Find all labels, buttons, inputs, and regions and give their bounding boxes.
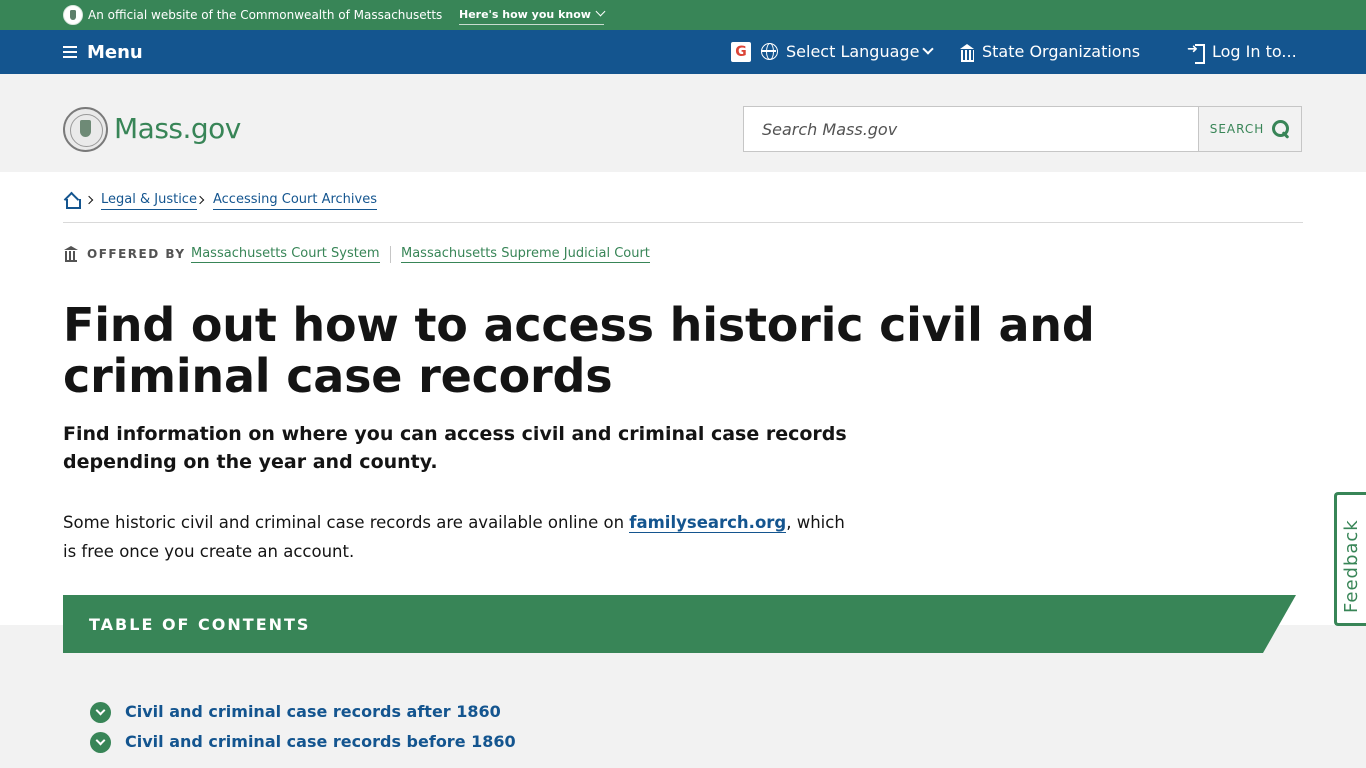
page-title: Find out how to access historic civil an… bbox=[63, 298, 1095, 403]
google-translate-icon: G bbox=[731, 42, 751, 62]
chevron-down-circle-icon bbox=[90, 731, 111, 753]
toc-header: TABLE OF CONTENTS bbox=[63, 595, 1296, 653]
login-icon bbox=[1187, 42, 1205, 64]
breadcrumb-link-legal-justice[interactable]: Legal & Justice bbox=[101, 191, 197, 210]
breadcrumb-link-court-archives[interactable]: Accessing Court Archives bbox=[213, 191, 377, 210]
offered-by-divider bbox=[390, 246, 391, 263]
menu-button[interactable]: Menu bbox=[63, 40, 143, 64]
page-intro: Some historic civil and criminal case re… bbox=[63, 508, 863, 566]
state-organizations-button[interactable]: State Organizations bbox=[982, 42, 1140, 62]
familysearch-link[interactable]: familysearch.org bbox=[629, 513, 787, 533]
official-text: An official website of the Commonwealth … bbox=[88, 8, 443, 22]
building-icon bbox=[64, 246, 78, 262]
intro-text-before: Some historic civil and criminal case re… bbox=[63, 513, 630, 532]
official-banner: An official website of the Commonwealth … bbox=[0, 0, 1366, 30]
login-button[interactable]: Log In to... bbox=[1212, 42, 1297, 62]
seal-icon bbox=[63, 5, 83, 25]
breadcrumb: Legal & Justice Accessing Court Archives bbox=[63, 190, 1303, 223]
chevron-right-icon bbox=[195, 195, 205, 205]
chevron-down-circle-icon bbox=[90, 701, 111, 723]
chevron-right-icon bbox=[84, 195, 94, 205]
chevron-down-icon bbox=[595, 6, 606, 17]
site-header: Mass.gov SEARCH bbox=[0, 74, 1366, 172]
how-link-label: Here's how you know bbox=[459, 8, 591, 21]
toc-title: TABLE OF CONTENTS bbox=[89, 615, 311, 634]
site-logo-text[interactable]: Mass.gov bbox=[114, 110, 241, 148]
search-box bbox=[743, 106, 1199, 152]
heres-how-you-know-link[interactable]: Here's how you know bbox=[459, 6, 606, 25]
chevron-down-icon bbox=[922, 43, 934, 55]
utility-nav: Menu G Select Language State Organizatio… bbox=[0, 30, 1366, 74]
mass-seal-logo-icon[interactable] bbox=[63, 107, 108, 152]
search-button[interactable]: SEARCH bbox=[1198, 106, 1302, 152]
toc-item[interactable]: Civil and criminal case records after 18… bbox=[90, 701, 501, 723]
building-icon bbox=[960, 44, 975, 62]
page-lede: Find information on where you can access… bbox=[63, 423, 847, 473]
menu-label: Menu bbox=[87, 41, 143, 63]
offered-by-label: OFFERED BY bbox=[87, 247, 186, 261]
toc-link-after-1860[interactable]: Civil and criminal case records after 18… bbox=[125, 702, 501, 722]
select-language-button[interactable]: Select Language bbox=[786, 42, 919, 62]
search-input[interactable] bbox=[744, 107, 1198, 151]
feedback-tab[interactable]: Feedback bbox=[1334, 492, 1366, 626]
toc-item[interactable]: Civil and criminal case records before 1… bbox=[90, 731, 516, 753]
toc-link-before-1860[interactable]: Civil and criminal case records before 1… bbox=[125, 732, 516, 752]
search-button-label: SEARCH bbox=[1209, 122, 1265, 136]
offered-by-link-court-system[interactable]: Massachusetts Court System bbox=[191, 246, 380, 263]
hamburger-icon bbox=[63, 46, 77, 58]
home-icon[interactable] bbox=[64, 193, 81, 209]
search-icon bbox=[1272, 120, 1290, 138]
globe-icon bbox=[761, 43, 778, 60]
feedback-label: Feedback bbox=[1341, 519, 1362, 613]
offered-by-link-sjc[interactable]: Massachusetts Supreme Judicial Court bbox=[401, 246, 650, 263]
